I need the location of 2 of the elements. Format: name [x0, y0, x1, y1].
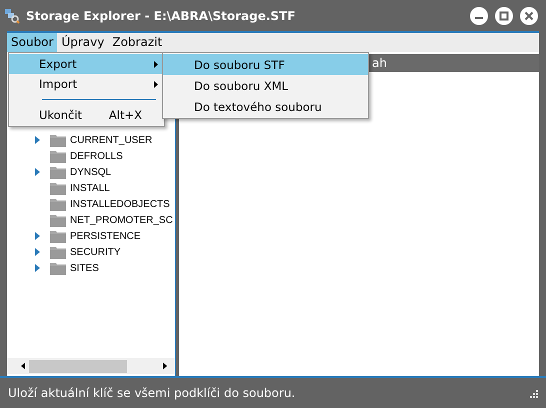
status-text: Uloží aktuální klíč se všemi podklíči do souboru.: [8, 386, 296, 400]
window-title: Storage Explorer - E:\ABRA\Storage.STF: [26, 8, 296, 22]
